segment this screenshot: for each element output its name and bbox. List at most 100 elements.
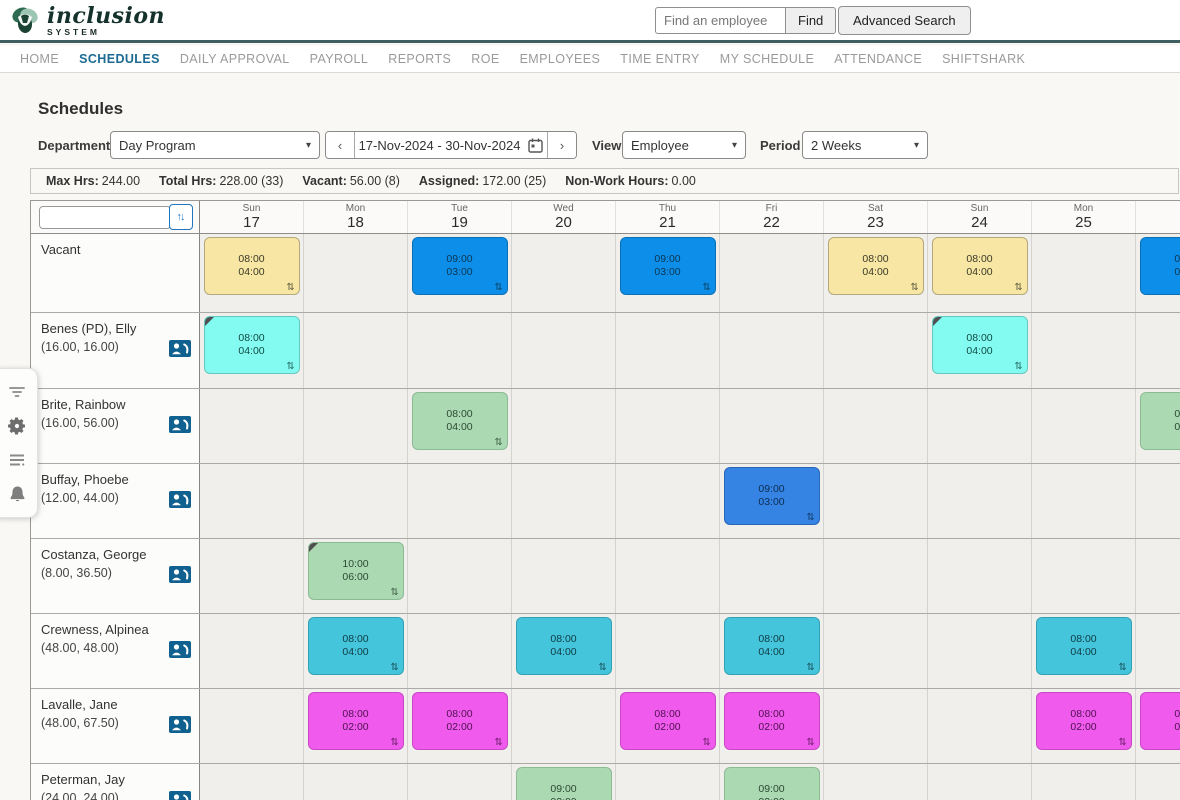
schedule-cell[interactable] [200, 614, 304, 688]
schedule-cell[interactable] [304, 764, 408, 800]
shift-block[interactable]: 09:0002:00⇄ [724, 767, 820, 800]
nav-item-payroll[interactable]: PAYROLL [310, 52, 369, 66]
shift-block[interactable]: 08:0002:00⇄ [412, 692, 508, 750]
gear-icon[interactable] [1, 411, 33, 441]
shift-block[interactable]: 08:0002:00⇄ [620, 692, 716, 750]
schedule-cell[interactable] [928, 389, 1032, 463]
nav-item-daily-approval[interactable]: DAILY APPROVAL [180, 52, 290, 66]
schedule-cell[interactable] [200, 689, 304, 763]
schedule-cell[interactable] [512, 313, 616, 388]
schedule-cell[interactable]: 09:0003:00⇄ [616, 234, 720, 312]
nav-item-reports[interactable]: REPORTS [388, 52, 451, 66]
employee-contact-icon[interactable] [169, 791, 191, 800]
nav-item-employees[interactable]: EMPLOYEES [520, 52, 601, 66]
schedule-cell[interactable] [304, 389, 408, 463]
schedule-cell[interactable] [1032, 539, 1136, 613]
schedule-cell[interactable]: 09:0003:00⇄ [1136, 234, 1180, 312]
list-menu-icon[interactable] [1, 445, 33, 475]
nav-item-my-schedule[interactable]: MY SCHEDULE [720, 52, 814, 66]
schedule-cell[interactable]: 08:0004:00⇄ [928, 234, 1032, 312]
employee-contact-icon[interactable] [169, 340, 191, 362]
schedule-cell[interactable] [1136, 313, 1180, 388]
shift-block[interactable]: 09:0002:00⇄ [516, 767, 612, 800]
schedule-cell[interactable]: 08:0004:00⇄ [200, 313, 304, 388]
schedule-cell[interactable] [720, 539, 824, 613]
prev-period-button[interactable]: ‹ [326, 132, 354, 158]
schedule-cell[interactable]: 09:0002:00⇄ [720, 764, 824, 800]
schedule-cell[interactable]: 09:0003:00⇄ [720, 464, 824, 538]
shift-block[interactable]: 09:0003:00⇄ [1140, 237, 1180, 295]
nav-item-roe[interactable]: ROE [471, 52, 499, 66]
nav-item-home[interactable]: HOME [20, 52, 59, 66]
schedule-cell[interactable] [928, 539, 1032, 613]
schedule-cell[interactable] [304, 313, 408, 388]
schedule-cell[interactable] [1136, 464, 1180, 538]
schedule-cell[interactable] [824, 464, 928, 538]
schedule-cell[interactable] [200, 539, 304, 613]
schedule-cell[interactable] [824, 539, 928, 613]
schedule-cell[interactable]: 08:0002:00⇄ [1136, 689, 1180, 763]
schedule-cell[interactable] [928, 764, 1032, 800]
schedule-cell[interactable]: 08:0004:00⇄ [512, 614, 616, 688]
shift-block[interactable]: 08:0002:00⇄ [1036, 692, 1132, 750]
schedule-cell[interactable] [1032, 234, 1136, 312]
schedule-cell[interactable] [304, 464, 408, 538]
schedule-cell[interactable] [200, 464, 304, 538]
schedule-cell[interactable] [200, 764, 304, 800]
period-select[interactable]: 2 Weeks ▾ [802, 131, 928, 159]
employee-contact-icon[interactable] [169, 566, 191, 588]
shift-block[interactable]: 09:0003:00⇄ [724, 467, 820, 525]
employee-contact-icon[interactable] [169, 416, 191, 438]
schedule-cell[interactable] [1032, 464, 1136, 538]
schedule-cell[interactable] [512, 689, 616, 763]
schedule-cell[interactable] [408, 464, 512, 538]
schedule-cell[interactable] [1136, 614, 1180, 688]
employee-contact-icon[interactable] [169, 491, 191, 513]
view-select[interactable]: Employee ▾ [622, 131, 746, 159]
schedule-cell[interactable] [824, 389, 928, 463]
nav-item-time-entry[interactable]: TIME ENTRY [620, 52, 699, 66]
app-logo[interactable]: inclusion SYSTEM [8, 3, 165, 37]
schedule-cell[interactable] [824, 764, 928, 800]
schedule-cell[interactable]: 08:0004:00⇄ [928, 313, 1032, 388]
shift-block[interactable]: 08:0004:00⇄ [1140, 392, 1180, 450]
nav-item-attendance[interactable]: ATTENDANCE [834, 52, 922, 66]
shift-block[interactable]: 09:0003:00⇄ [412, 237, 508, 295]
schedule-cell[interactable] [1032, 389, 1136, 463]
schedule-cell[interactable] [512, 539, 616, 613]
filter-icon[interactable] [1, 377, 33, 407]
department-select[interactable]: Day Program ▾ [110, 131, 320, 159]
schedule-cell[interactable] [1136, 764, 1180, 800]
shift-block[interactable]: 08:0004:00⇄ [932, 316, 1028, 374]
schedule-cell[interactable] [512, 389, 616, 463]
date-range-field[interactable]: 17-Nov-2024 - 30-Nov-2024 [354, 132, 548, 158]
schedule-cell[interactable] [512, 464, 616, 538]
schedule-cell[interactable]: 08:0004:00⇄ [304, 614, 408, 688]
shift-block[interactable]: 09:0003:00⇄ [620, 237, 716, 295]
shift-block[interactable]: 08:0004:00⇄ [516, 617, 612, 675]
schedule-cell[interactable]: 10:0006:00⇄ [304, 539, 408, 613]
shift-block[interactable]: 08:0004:00⇄ [412, 392, 508, 450]
shift-block[interactable]: 08:0002:00⇄ [308, 692, 404, 750]
shift-block[interactable]: 08:0004:00⇄ [1036, 617, 1132, 675]
sort-button[interactable]: ↑↓ [169, 204, 193, 230]
schedule-cell[interactable]: 08:0004:00⇄ [408, 389, 512, 463]
employee-contact-icon[interactable] [169, 641, 191, 663]
schedule-cell[interactable] [1136, 539, 1180, 613]
schedule-cell[interactable] [720, 234, 824, 312]
schedule-cell[interactable]: 08:0002:00⇄ [304, 689, 408, 763]
schedule-cell[interactable]: 08:0002:00⇄ [1032, 689, 1136, 763]
shift-block[interactable]: 08:0002:00⇄ [724, 692, 820, 750]
schedule-cell[interactable] [1032, 313, 1136, 388]
nav-item-shiftshark[interactable]: SHIFTSHARK [942, 52, 1025, 66]
schedule-cell[interactable]: 08:0002:00⇄ [616, 689, 720, 763]
schedule-cell[interactable]: 09:0002:00⇄ [512, 764, 616, 800]
nav-item-schedules[interactable]: SCHEDULES [79, 52, 160, 66]
schedule-cell[interactable]: 08:0004:00⇄ [824, 234, 928, 312]
schedule-cell[interactable]: 08:0004:00⇄ [1136, 389, 1180, 463]
schedule-cell[interactable] [1032, 764, 1136, 800]
schedule-cell[interactable]: 08:0004:00⇄ [720, 614, 824, 688]
employee-search-input[interactable] [655, 7, 785, 34]
employee-contact-icon[interactable] [169, 716, 191, 738]
schedule-cell[interactable]: 08:0002:00⇄ [408, 689, 512, 763]
